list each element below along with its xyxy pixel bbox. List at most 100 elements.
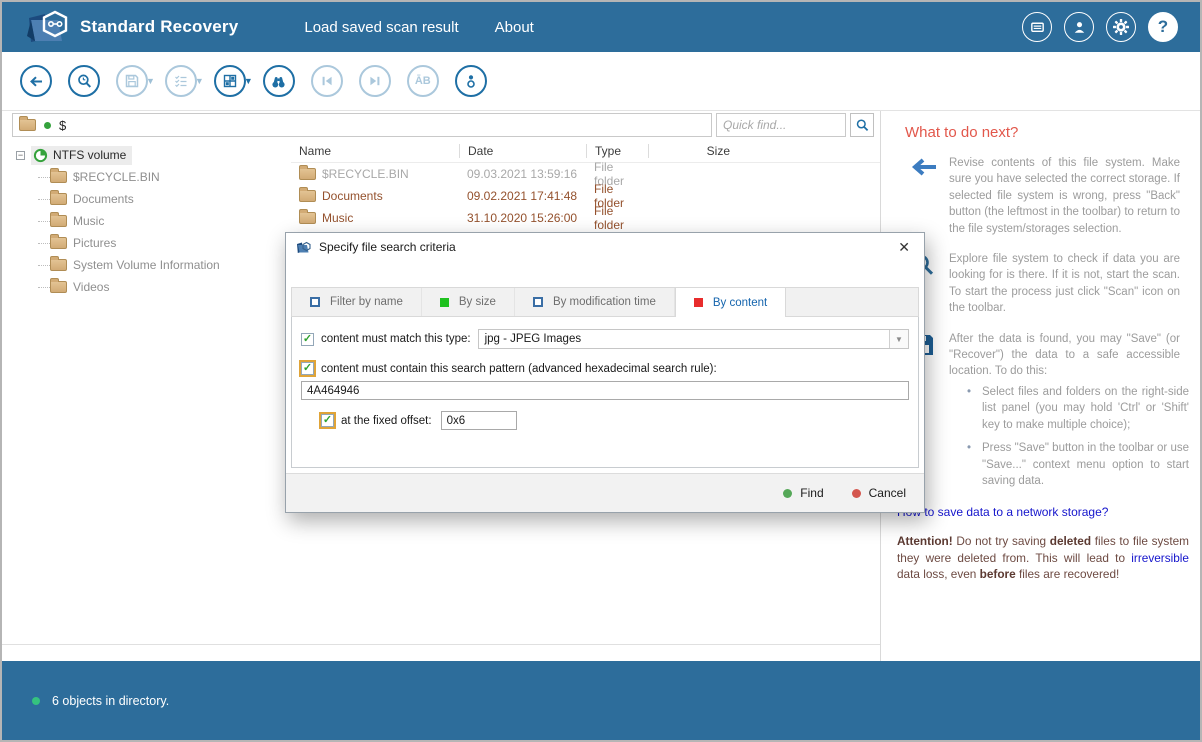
- previous-icon: [319, 73, 335, 89]
- help-button[interactable]: ?: [1148, 12, 1178, 42]
- offset-label: at the fixed offset:: [341, 415, 432, 427]
- check-icon: ✓: [303, 363, 312, 374]
- content-type-label: content must match this type:: [321, 333, 471, 345]
- tree-item-root[interactable]: − NTFS volume: [2, 144, 291, 166]
- tab-filter-by-name[interactable]: Filter by name: [292, 288, 422, 316]
- tree-item-system-volume-information[interactable]: System Volume Information: [2, 254, 291, 276]
- tab-by-modification-time[interactable]: By modification time: [515, 288, 675, 316]
- tree-item-documents[interactable]: Documents: [2, 188, 291, 210]
- status-bar: 6 objects in directory.: [2, 661, 1200, 740]
- help-panel-title: What to do next?: [905, 124, 1180, 141]
- view-dropdown-arrow[interactable]: ▼: [244, 76, 253, 86]
- next-button[interactable]: [359, 65, 391, 97]
- folder-icon: [299, 212, 316, 224]
- task-list-dropdown-arrow[interactable]: ▼: [195, 76, 204, 86]
- column-header-date[interactable]: Date: [459, 144, 586, 158]
- dropdown-arrow-icon[interactable]: ▼: [889, 330, 908, 348]
- back-button[interactable]: [20, 65, 52, 97]
- close-icon[interactable]: ✕: [894, 239, 914, 256]
- attention-bold: deleted: [1050, 534, 1091, 548]
- tree-item-videos[interactable]: Videos: [2, 276, 291, 298]
- help-paragraph: Explore file system to check if data you…: [949, 251, 1180, 317]
- file-name: Music: [322, 211, 353, 225]
- check-icon: ✓: [303, 334, 312, 345]
- task-list-button[interactable]: [165, 65, 197, 97]
- folder-icon: [299, 190, 316, 202]
- tab-by-content[interactable]: By content: [675, 288, 786, 317]
- file-name: Documents: [322, 189, 383, 203]
- help-bullet: Press "Save" button in the toolbar or us…: [965, 440, 1189, 489]
- volume-icon: [33, 148, 48, 163]
- tree-connector: [38, 287, 50, 288]
- question-icon: ?: [1158, 17, 1168, 37]
- menu-load-saved-scan[interactable]: Load saved scan result: [304, 19, 458, 36]
- column-header-name[interactable]: Name: [291, 144, 459, 158]
- menu-about[interactable]: About: [495, 19, 534, 36]
- tree-item-recycle-bin[interactable]: $RECYCLE.BIN: [2, 166, 291, 188]
- file-date: 31.10.2020 15:26:00: [459, 211, 586, 225]
- dialog-footer: Find Cancel: [286, 473, 924, 512]
- find-button[interactable]: Find: [783, 486, 823, 500]
- tree-item-music[interactable]: Music: [2, 210, 291, 232]
- dialog-app-icon: [296, 241, 311, 254]
- search-icon: [855, 118, 870, 133]
- quick-find-input[interactable]: [716, 113, 846, 137]
- file-type-dropdown[interactable]: jpg - JPEG Images ▼: [478, 329, 909, 349]
- app-logo-icon: [24, 7, 70, 47]
- scan-button[interactable]: [68, 65, 100, 97]
- tab-label: By modification time: [553, 296, 656, 308]
- column-header-type[interactable]: Type: [586, 144, 648, 158]
- header-bar: Standard Recovery Load saved scan result…: [2, 2, 1200, 52]
- find-button[interactable]: [263, 65, 295, 97]
- profile-button[interactable]: [455, 65, 487, 97]
- cancel-button-label: Cancel: [869, 486, 906, 500]
- help-panel: What to do next? Revise contents of this…: [881, 111, 1200, 661]
- file-type: File folder: [586, 204, 648, 232]
- table-row[interactable]: Music 31.10.2020 15:26:00 File folder: [291, 207, 880, 229]
- folder-icon: [50, 193, 67, 205]
- messages-button[interactable]: [1022, 12, 1052, 42]
- help-paragraph: Revise contents of this file system. Mak…: [949, 155, 1180, 237]
- help-paragraph: After the data is found, you may "Save" …: [949, 331, 1180, 380]
- collapse-expander-icon[interactable]: −: [16, 151, 25, 160]
- app-window: Standard Recovery Load saved scan result…: [0, 0, 1202, 742]
- folder-icon: [299, 168, 316, 180]
- save-button[interactable]: [116, 65, 148, 97]
- encoding-button[interactable]: ĀB: [407, 65, 439, 97]
- save-floppy-icon: [124, 73, 140, 89]
- binoculars-icon: [270, 73, 287, 90]
- content-type-checkbox[interactable]: ✓: [301, 333, 314, 346]
- task-list-icon: [173, 73, 189, 89]
- tree-item-pictures[interactable]: Pictures: [2, 232, 291, 254]
- profile-dots-icon: [463, 73, 479, 89]
- tree-item-label: Music: [73, 214, 104, 228]
- settings-button[interactable]: [1106, 12, 1136, 42]
- find-button-label: Find: [800, 486, 823, 500]
- scan-magnifier-icon: [76, 73, 93, 90]
- cancel-button[interactable]: Cancel: [852, 486, 906, 500]
- attention-text: data loss, even: [897, 567, 980, 581]
- pattern-input[interactable]: [301, 381, 909, 400]
- save-dropdown-arrow[interactable]: ▼: [146, 76, 155, 86]
- status-dot-icon: [32, 697, 40, 705]
- offset-input[interactable]: [441, 411, 517, 430]
- column-header-size[interactable]: Size: [648, 144, 738, 158]
- network-storage-help-link[interactable]: How to save data to a network storage?: [897, 505, 1108, 519]
- path-field[interactable]: $: [12, 113, 712, 137]
- quick-find-search-button[interactable]: [850, 113, 874, 137]
- pattern-label: content must contain this search pattern…: [321, 363, 717, 375]
- offset-checkbox[interactable]: ✓: [321, 414, 334, 427]
- tab-label: Filter by name: [330, 296, 403, 308]
- file-date: 09.02.2021 17:41:48: [459, 189, 586, 203]
- view-button[interactable]: [214, 65, 246, 97]
- account-button[interactable]: [1064, 12, 1094, 42]
- tab-by-size[interactable]: By size: [422, 288, 515, 316]
- view-grid-icon: [222, 73, 238, 89]
- toolbar: ▼ ▼ ▼: [2, 52, 1200, 111]
- main-menu: Load saved scan result About: [304, 19, 533, 36]
- previous-button[interactable]: [311, 65, 343, 97]
- back-arrow-icon: [28, 73, 45, 90]
- pattern-checkbox[interactable]: ✓: [301, 362, 314, 375]
- folder-icon: [50, 281, 67, 293]
- irreversible-link[interactable]: irreversible: [1131, 551, 1189, 565]
